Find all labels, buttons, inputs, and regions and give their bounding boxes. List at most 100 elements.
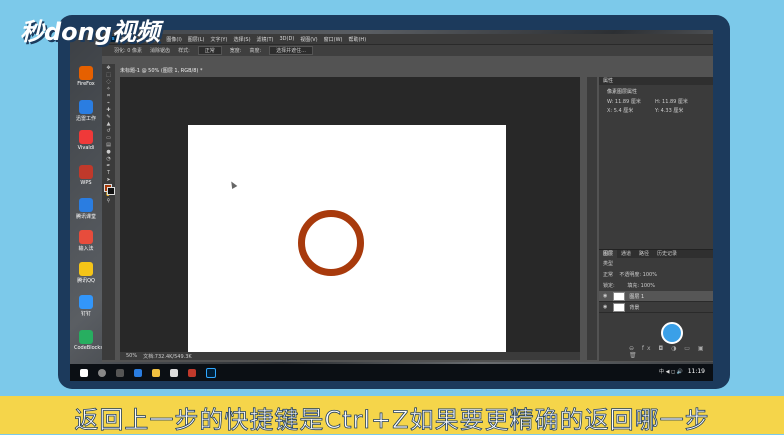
desktop-icon-qq[interactable]: 腾讯QQ — [74, 262, 98, 284]
y-field[interactable]: Y: 4.33 厘米 — [655, 107, 703, 114]
menu-3d[interactable]: 3D(D) — [280, 36, 295, 42]
photoshop-taskbar-icon[interactable] — [206, 367, 216, 378]
windows-start-icon[interactable] — [80, 368, 88, 377]
path-select-tool-icon[interactable]: ➤ — [105, 178, 113, 183]
blend-mode-select[interactable]: 正常 — [603, 272, 613, 278]
marquee-tool-icon[interactable]: ⬚ — [105, 73, 113, 78]
desktop-icon-codeblocks[interactable]: CodeBlocks — [74, 330, 103, 351]
right-panels: 属性 像素图层属性 W: 11.89 厘米 H: 11.89 厘米 X: 5.4… — [599, 77, 713, 361]
blur-tool-icon[interactable]: ● — [105, 150, 113, 155]
task-view-icon[interactable] — [116, 368, 124, 377]
menu-type[interactable]: 文字(Y) — [210, 36, 227, 43]
feather-field[interactable]: 羽化: 0 像素 — [114, 47, 142, 54]
layer-thumbnail — [613, 291, 626, 301]
desktop-icon-vivaldi[interactable]: Vivaldi — [74, 130, 98, 151]
menu-filter[interactable]: 滤镜(T) — [257, 36, 274, 43]
layer-kind-filter[interactable]: 类型 — [599, 258, 713, 269]
menu-view[interactable]: 视图(V) — [300, 36, 317, 43]
dodge-tool-icon[interactable]: ◔ — [105, 157, 113, 162]
document-tabs: 未标题-1 @ 50% (图层 1, RGB/8) * — [116, 57, 207, 75]
search-icon[interactable] — [98, 368, 106, 377]
desktop-icon-dingtalk[interactable]: 钉钉 — [74, 295, 98, 317]
layer-row-layer1[interactable]: ◉ 图层 1 — [599, 291, 713, 302]
lasso-tool-icon[interactable]: ◌ — [105, 80, 113, 85]
wps-taskbar-icon[interactable] — [188, 368, 196, 377]
antialias-checkbox[interactable]: 消除锯齿 — [150, 47, 170, 54]
desktop-icon-ime[interactable]: 输入法 — [74, 230, 98, 252]
desktop-icon-wps[interactable]: WPS — [74, 165, 98, 186]
pen-tool-icon[interactable]: ✒ — [105, 164, 113, 169]
document-tab[interactable]: 未标题-1 @ 50% (图层 1, RGB/8) * — [116, 67, 207, 75]
menu-help[interactable]: 帮助(H) — [348, 36, 366, 43]
move-tool-icon[interactable]: ✥ — [105, 66, 113, 71]
opacity-field[interactable]: 不透明度: 100% — [619, 272, 657, 278]
properties-fields: W: 11.89 厘米 H: 11.89 厘米 X: 5.4 厘米 Y: 4.3… — [599, 98, 713, 116]
menu-window[interactable]: 窗口(W) — [324, 36, 343, 43]
mouse-cursor-icon — [228, 179, 238, 190]
floating-helper-badge[interactable] — [661, 322, 683, 344]
eraser-tool-icon[interactable]: ▭ — [105, 136, 113, 141]
style-select[interactable]: 正常 — [197, 46, 222, 55]
layers-footer-icons[interactable]: ⊖ fx ◘ ◑ ▭ ▣ 🗑 — [629, 345, 713, 359]
folder-icon[interactable] — [152, 368, 160, 377]
zoom-tool-icon[interactable]: ⚲ — [105, 199, 113, 204]
properties-tab[interactable]: 属性 — [599, 77, 713, 85]
xunlei-icon — [79, 100, 93, 114]
tab-paths[interactable]: 路径 — [635, 250, 653, 258]
layer-name: 背景 — [629, 304, 640, 311]
stamp-tool-icon[interactable]: ▲ — [105, 122, 113, 127]
desktop-icon-xunlei[interactable]: 迅雷工作 — [74, 100, 98, 122]
desktop-icons: FireFox 迅雷工作 Vivaldi WPS 腾讯课堂 输入法 腾讯QQ 钉… — [70, 30, 103, 370]
menu-bar: Ps 文件(F) 编辑(E) 图像(I) 图层(L) 文字(Y) 选择(S) 滤… — [102, 34, 713, 44]
properties-title: 像素图层属性 — [607, 89, 638, 95]
width-label[interactable]: 宽度: — [230, 47, 242, 54]
blend-opacity-row: 正常 不透明度: 100% — [599, 269, 713, 280]
layers-panel: 图层 通道 路径 历史记录 类型 正常 不透明度: 100% 锁定: 填充: 1… — [599, 249, 713, 361]
healing-tool-icon[interactable]: ✚ — [105, 108, 113, 113]
menu-image[interactable]: 图像(I) — [166, 36, 181, 43]
wps-icon — [79, 165, 93, 179]
taskbar-clock[interactable]: 11:19 — [688, 368, 705, 375]
style-label: 样式: — [178, 48, 190, 54]
document-size: 文档:732.4K/549.3K — [143, 353, 192, 360]
background-color-swatch[interactable] — [107, 187, 115, 195]
lock-fill-row: 锁定: 填充: 100% — [599, 280, 713, 291]
type-tool-icon[interactable]: T — [105, 171, 113, 176]
magic-wand-tool-icon[interactable]: ✧ — [105, 87, 113, 92]
x-field[interactable]: X: 5.4 厘米 — [607, 107, 655, 114]
width-field[interactable]: W: 11.89 厘米 — [607, 98, 655, 105]
gradient-tool-icon[interactable]: ▤ — [105, 143, 113, 148]
photoshop-window: Ps 文件(F) 编辑(E) 图像(I) 图层(L) 文字(Y) 选择(S) 滤… — [102, 34, 713, 362]
dingtalk-icon — [79, 295, 93, 309]
layer-row-background[interactable]: ◉ 背景 — [599, 302, 713, 313]
menu-select[interactable]: 选择(S) — [233, 36, 250, 43]
tab-layers[interactable]: 图层 — [599, 250, 618, 258]
eyedropper-tool-icon[interactable]: ⌁ — [105, 101, 113, 106]
eye-icon[interactable]: ◉ — [603, 304, 607, 310]
edge-icon[interactable] — [134, 368, 142, 377]
select-and-mask-button[interactable]: 选择并遮住... — [269, 46, 313, 55]
system-tray[interactable]: 中 ◀ ◻ 🔊 — [659, 368, 683, 375]
fill-field[interactable]: 填充: 100% — [627, 283, 655, 289]
status-bar: 50% 文档:732.4K/549.3K — [120, 352, 580, 360]
tab-history[interactable]: 历史记录 — [653, 250, 681, 258]
tab-channels[interactable]: 通道 — [617, 250, 635, 258]
ketang-icon — [79, 198, 93, 212]
crop-tool-icon[interactable]: ⌗ — [105, 94, 113, 99]
brush-tool-icon[interactable]: ✎ — [105, 115, 113, 120]
menu-layer[interactable]: 图层(L) — [188, 36, 205, 43]
height-label[interactable]: 高度: — [249, 47, 261, 54]
brown-ring-shape[interactable] — [298, 210, 364, 276]
document-canvas[interactable] — [188, 125, 506, 359]
vivaldi-icon — [79, 130, 93, 144]
eye-icon[interactable]: ◉ — [603, 293, 607, 299]
collapsed-panel-strip — [587, 77, 597, 360]
zoom-level[interactable]: 50% — [126, 353, 137, 359]
desktop-icon-firefox[interactable]: FireFox — [74, 66, 98, 87]
desktop-icon-ketang[interactable]: 腾讯课堂 — [74, 198, 98, 220]
windows-taskbar: 中 ◀ ◻ 🔊 11:19 — [70, 364, 713, 381]
firefox-icon — [79, 66, 93, 80]
store-icon[interactable] — [170, 368, 178, 377]
height-field[interactable]: H: 11.89 厘米 — [655, 98, 703, 105]
history-brush-tool-icon[interactable]: ↺ — [105, 129, 113, 134]
